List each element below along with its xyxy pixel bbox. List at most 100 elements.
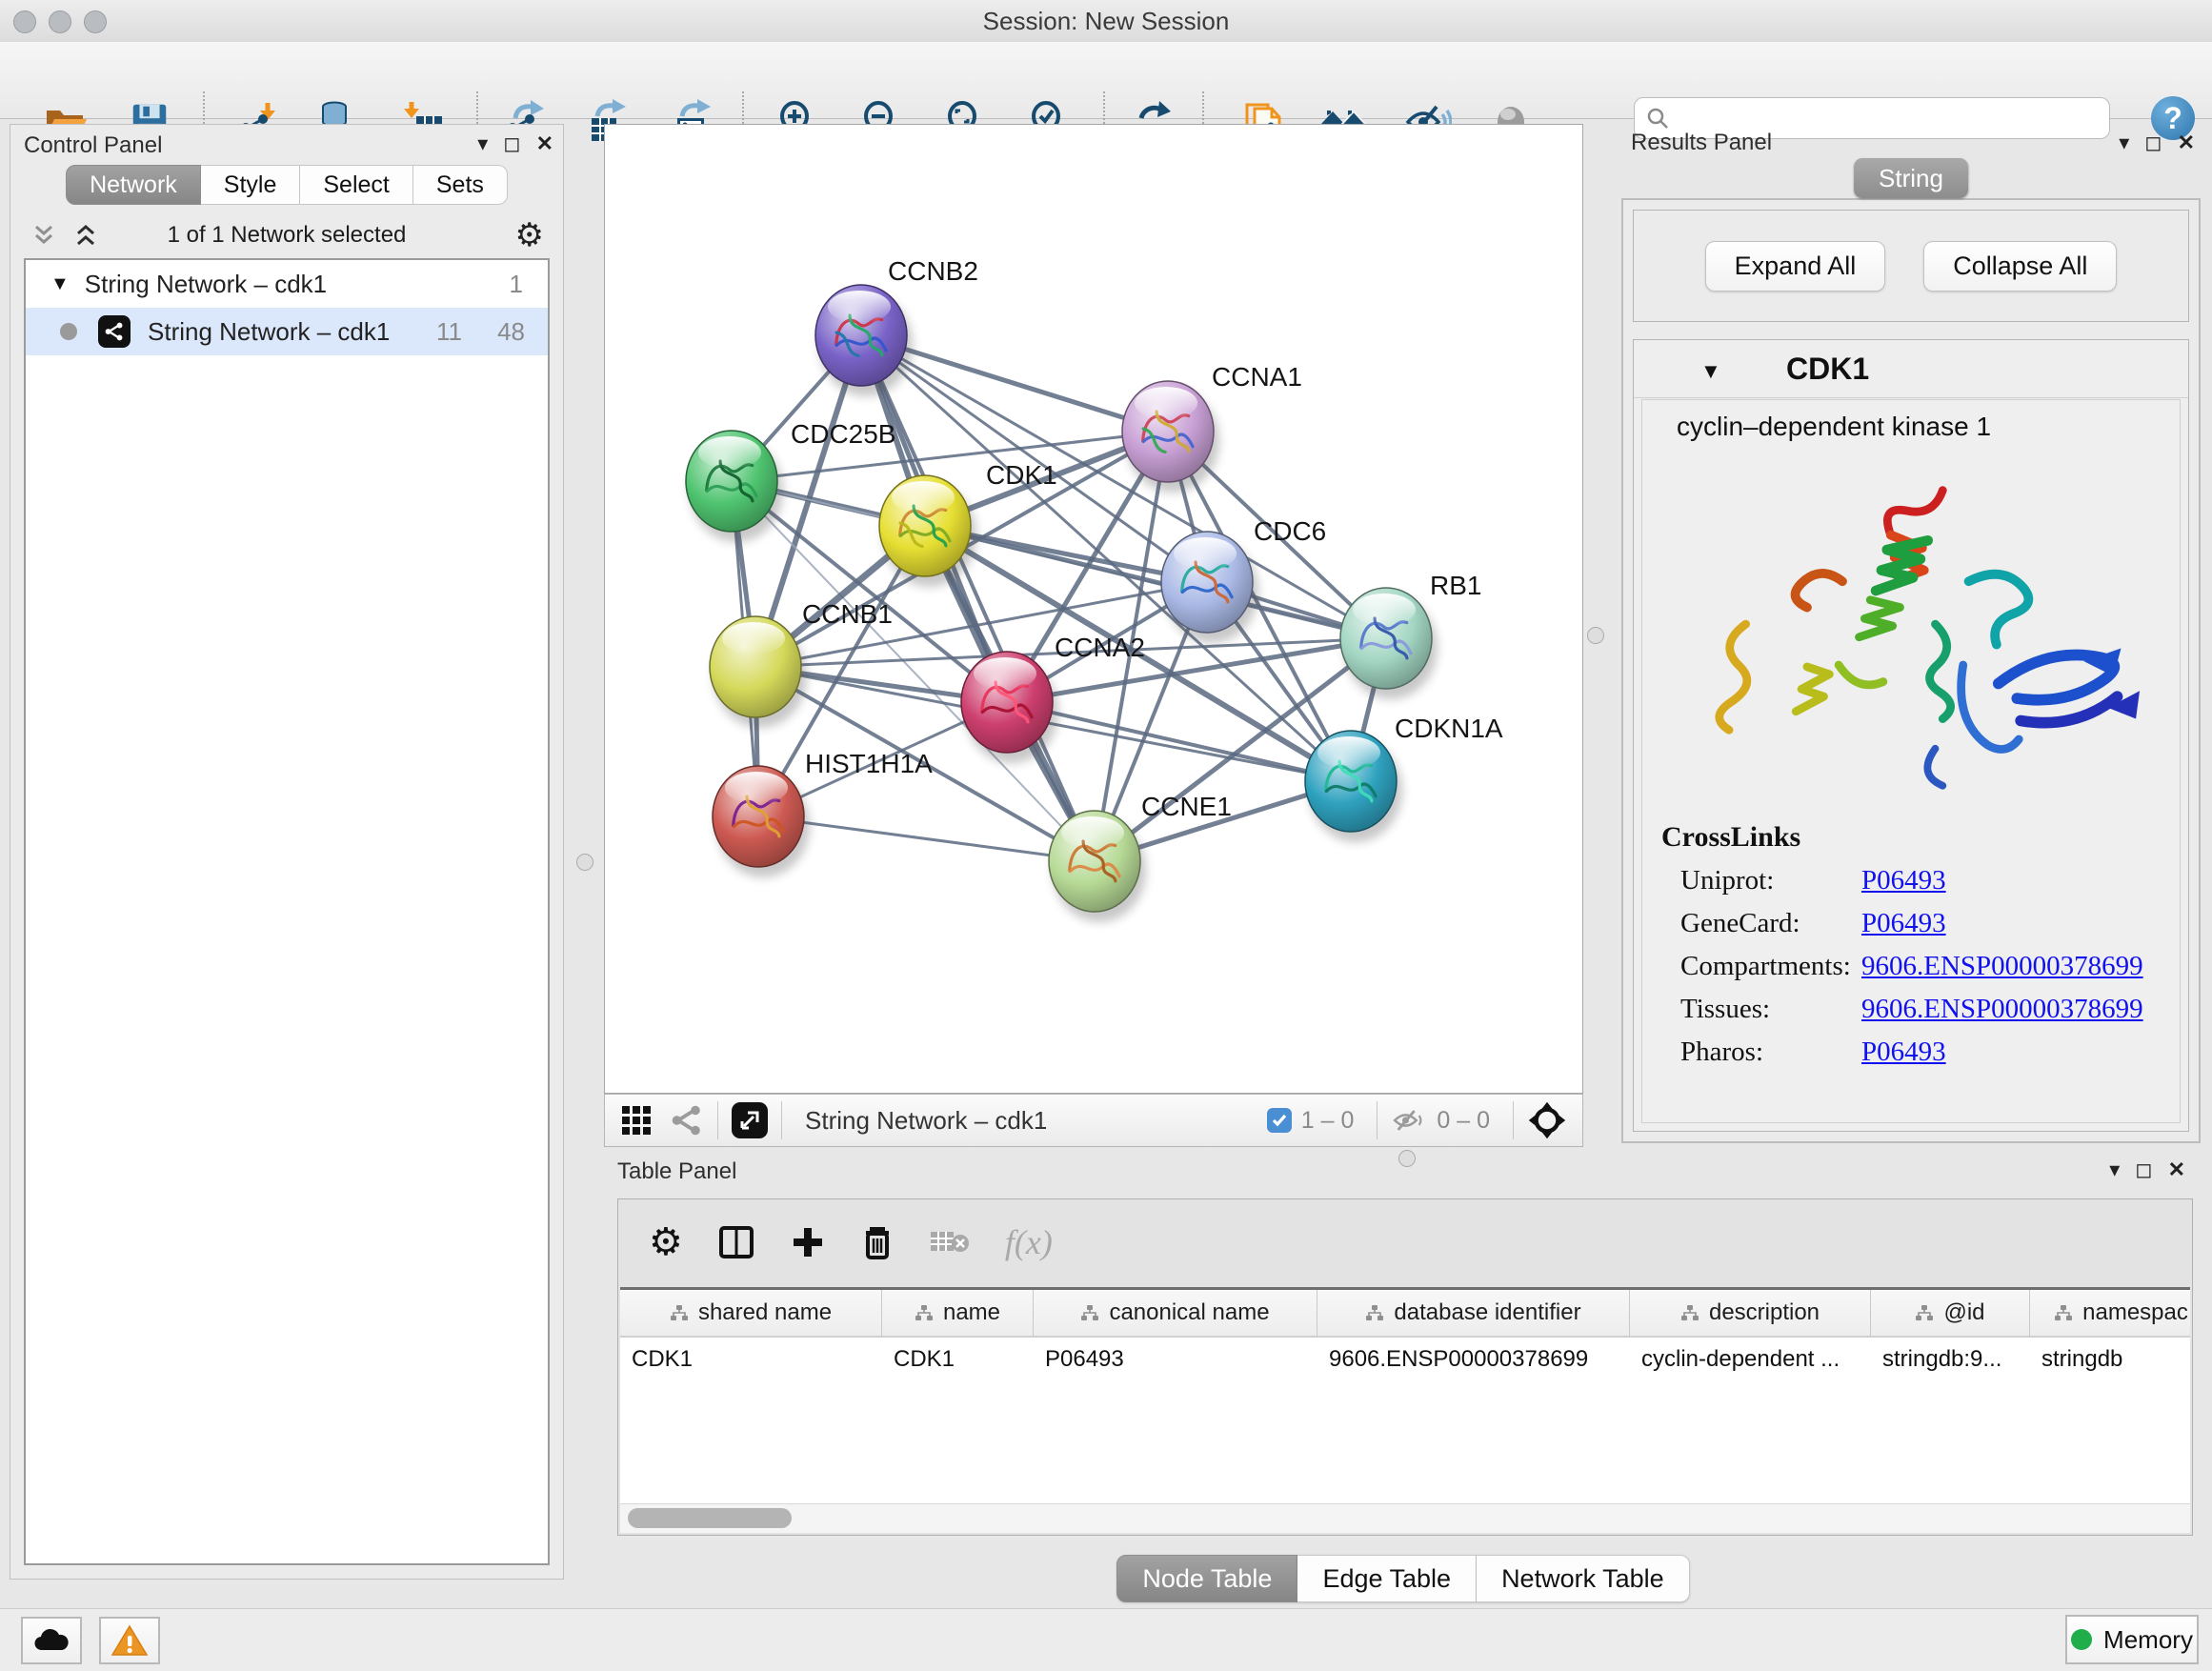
window-title: Session: New Session (0, 0, 2212, 42)
collapse-all-button[interactable]: Collapse All (1923, 241, 2117, 292)
network-collection-row[interactable]: ▼ String Network – cdk1 1 (26, 260, 548, 308)
warnings-button[interactable] (99, 1617, 160, 1664)
cloud-status-button[interactable] (21, 1617, 82, 1664)
tab-node-table[interactable]: Node Table (1116, 1555, 1297, 1602)
selected-checkbox-icon[interactable] (1267, 1108, 1292, 1133)
crosslink-label: GeneCard: (1642, 908, 1861, 939)
divider (717, 1101, 718, 1139)
grid-view-icon[interactable] (620, 1104, 653, 1137)
splitter-handle-left[interactable] (576, 854, 593, 871)
network-node-count: 11 (436, 317, 462, 347)
table-cell-canonical-name[interactable]: P06493 (1034, 1338, 1317, 1381)
show-columns-icon[interactable] (717, 1223, 755, 1261)
table-cell-namespac[interactable]: stringdb (2030, 1338, 2190, 1381)
close-panel-icon[interactable]: ✕ (536, 133, 553, 154)
table-cell-shared-name[interactable]: CDK1 (620, 1338, 882, 1381)
network-view-share-icon[interactable] (670, 1103, 704, 1137)
node-gloss (974, 657, 1036, 690)
table-header-row: shared namenamecanonical namedatabase id… (620, 1290, 2190, 1338)
open-in-window-icon[interactable] (732, 1102, 768, 1138)
maximize-panel-icon[interactable]: ◻ (503, 133, 520, 154)
table-cell--id[interactable]: stringdb:9... (1871, 1338, 2030, 1381)
tab-sets[interactable]: Sets (413, 165, 508, 205)
network-node-CCNE1[interactable]: CCNE1 (1049, 792, 1232, 922)
maximize-panel-icon[interactable]: ◻ (2135, 1159, 2152, 1180)
splitter-handle-right[interactable] (1587, 627, 1604, 644)
network-node-CDK1[interactable]: CDK1 (879, 460, 1057, 587)
network-options-gear-icon[interactable]: ⚙ (515, 216, 544, 254)
current-network-title: String Network – cdk1 (805, 1106, 1047, 1136)
tab-select[interactable]: Select (300, 165, 412, 205)
scrollbar-thumb[interactable] (628, 1508, 792, 1528)
tab-string[interactable]: String (1854, 158, 1968, 198)
column-header-database-identifier[interactable]: database identifier (1317, 1290, 1630, 1336)
network-list: ▼ String Network – cdk1 1 String Network… (24, 258, 550, 1565)
crosslink-row: Tissues:9606.ENSP00000378699 (1642, 994, 2180, 1025)
crosslink-value-link[interactable]: P06493 (1861, 865, 1946, 896)
network-node-RB1[interactable]: RB1 (1340, 571, 1481, 699)
column-header--id[interactable]: @id (1871, 1290, 2030, 1336)
column-type-icon (1365, 1303, 1384, 1322)
add-column-icon[interactable] (790, 1224, 826, 1260)
gene-section-header[interactable]: ▼ CDK1 (1634, 340, 2188, 398)
column-header-shared-name[interactable]: shared name (620, 1290, 882, 1336)
edge-CCNA2-CDKN1A[interactable] (1007, 702, 1351, 781)
crosslink-value-link[interactable]: P06493 (1861, 908, 1946, 939)
network-row-selected[interactable]: String Network – cdk1 11 48 (26, 308, 548, 355)
divider (1513, 1101, 1514, 1139)
network-node-CDKN1A[interactable]: CDKN1A (1305, 714, 1503, 842)
float-panel-icon[interactable]: ▾ (2109, 1159, 2120, 1180)
crosslink-value-link[interactable]: 9606.ENSP00000378699 (1861, 951, 2143, 982)
app-window: Session: New Session (0, 0, 2212, 1671)
network-node-CDC25B[interactable]: CDC25B (686, 419, 895, 542)
expand-all-button[interactable]: Expand All (1705, 241, 1886, 292)
gene-collapse-caret[interactable]: ▼ (1700, 359, 1721, 384)
crosslink-row: Compartments:9606.ENSP00000378699 (1642, 951, 2180, 982)
float-panel-icon[interactable]: ▾ (2119, 132, 2129, 153)
table-settings-gear-icon[interactable]: ⚙ (649, 1220, 683, 1264)
tab-edge-table[interactable]: Edge Table (1297, 1555, 1477, 1602)
title-bar: Session: New Session (0, 0, 2212, 43)
node-label: CCNB1 (802, 599, 893, 629)
birds-eye-target-icon[interactable] (1527, 1100, 1567, 1140)
tab-network[interactable]: Network (66, 165, 201, 205)
column-header-namespac[interactable]: namespac (2030, 1290, 2190, 1336)
crosslink-label: Compartments: (1642, 951, 1861, 982)
table-cell-database-identifier[interactable]: 9606.ENSP00000378699 (1317, 1338, 1630, 1381)
network-node-CCNB2[interactable]: CCNB2 (815, 256, 978, 396)
column-header-description[interactable]: description (1630, 1290, 1871, 1336)
hidden-elements-icon (1391, 1104, 1427, 1137)
node-label: CDC6 (1254, 516, 1326, 546)
node-gloss (1353, 594, 1416, 626)
close-panel-icon[interactable]: ✕ (2168, 1159, 2185, 1180)
node-label: CCNB2 (888, 256, 978, 286)
collection-expand-caret[interactable]: ▼ (50, 273, 70, 295)
close-panel-icon[interactable]: ✕ (2178, 132, 2195, 153)
node-label: CCNA1 (1212, 362, 1302, 392)
column-header-canonical-name[interactable]: canonical name (1034, 1290, 1317, 1336)
delete-column-icon[interactable] (860, 1223, 895, 1261)
network-node-HIST1H1A[interactable]: HIST1H1A (713, 749, 933, 877)
status-bar: Memory (0, 1608, 2212, 1671)
collection-label: String Network – cdk1 (85, 270, 327, 299)
memory-button[interactable]: Memory (2065, 1615, 2199, 1664)
horizontal-scrollbar[interactable] (620, 1503, 2190, 1533)
table-cell-description[interactable]: cyclin-dependent ... (1630, 1338, 1871, 1381)
column-header-name[interactable]: name (882, 1290, 1034, 1336)
cloud-icon (33, 1626, 70, 1655)
gene-symbol: CDK1 (1786, 352, 1869, 387)
table-cell-name[interactable]: CDK1 (882, 1338, 1034, 1381)
crosslink-value-link[interactable]: 9606.ENSP00000378699 (1861, 994, 2143, 1025)
maximize-panel-icon[interactable]: ◻ (2144, 132, 2162, 153)
tab-style[interactable]: Style (201, 165, 301, 205)
table-row[interactable]: CDK1CDK1P064939606.ENSP00000378699cyclin… (620, 1338, 2190, 1381)
protein-structure-image (1650, 442, 2183, 814)
tab-network-table[interactable]: Network Table (1477, 1555, 1690, 1602)
network-node-CCNB1[interactable]: CCNB1 (710, 599, 893, 728)
edge-CCNB2-CCNE1[interactable] (861, 335, 1095, 861)
float-panel-icon[interactable]: ▾ (477, 133, 488, 154)
network-node-CDC6[interactable]: CDC6 (1161, 516, 1326, 643)
crosslink-value-link[interactable]: P06493 (1861, 1037, 1946, 1068)
selected-node-edge-counts: 1 – 0 (1301, 1107, 1355, 1135)
network-canvas[interactable]: CCNB2CCNA1CDC25BCDK1CDC6RB1CCNB1CCNA2CDK… (604, 124, 1583, 1094)
